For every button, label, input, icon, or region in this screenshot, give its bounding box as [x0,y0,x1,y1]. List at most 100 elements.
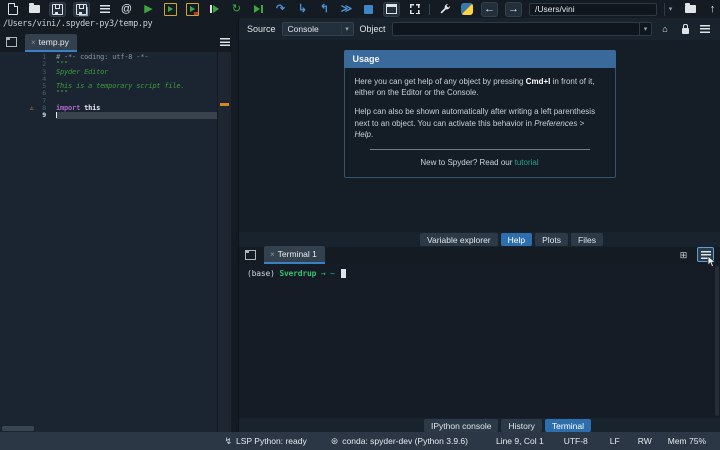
permissions-status: RW [637,436,652,446]
python-logo-icon [459,2,474,17]
working-directory-input[interactable]: /Users/vini [529,2,657,16]
line-number: 2 [42,60,46,69]
tab-files[interactable]: Files [571,233,603,246]
editor-scrollflag-column[interactable] [217,52,231,432]
terminal-scrollbar[interactable] [715,266,719,416]
code-token: This is a temporary script file. [56,82,185,90]
code-line: 1 # -*- coding: utf-8 -*- [0,53,217,61]
editor-options-icon[interactable] [220,38,230,46]
object-input[interactable]: ▾ [391,22,652,36]
browse-tabs-icon[interactable] [6,37,17,47]
browse-directory-icon[interactable] [683,2,698,17]
run-selection-icon[interactable] [207,2,222,17]
code-line: 2 """ [0,60,217,69]
continue-icon[interactable]: ≫ [339,2,354,17]
tab-ipython-console[interactable]: IPython console [423,419,499,432]
hostname: Sverdrup [279,269,317,278]
console-pane-tabs: IPython console History Terminal [239,418,720,433]
terminal-tab-label: Terminal 1 [277,249,317,259]
line-number: 6 [42,89,46,98]
tab-terminal[interactable]: Terminal [544,419,592,432]
code-editor[interactable]: 1 # -*- coding: utf-8 -*- 2 """ 3 Spyder… [0,52,238,432]
file-path-breadcrumb: /Users/vini/.spyder-py3/temp.py [0,18,238,30]
file-switcher-icon[interactable] [97,2,112,17]
editor-tab-temp-py[interactable]: × temp.py [25,34,77,52]
tab-help[interactable]: Help [500,233,533,246]
file-path-text: /Users/vini/.spyder-py3/temp.py [3,19,153,29]
source-label: Source [247,24,276,34]
run-icon[interactable]: ▶ [141,2,156,17]
kbd-shortcut: Cmd+I [525,77,551,86]
main-toolbar: @ ▶ ↻ ↷ ↳ ↰ ≫ ← → /Users/vini ▾ ↑ [0,0,720,18]
source-select[interactable]: Console ▾ [281,22,354,36]
code-token: this [80,103,101,112]
open-file-icon[interactable] [27,2,42,17]
terminal-pane: × Terminal 1 ⊞ (base) Sverdrup → ~ [239,246,720,418]
home-icon[interactable]: ⌂ [658,24,672,34]
warning-flag-marker[interactable] [220,103,229,106]
run-to-cursor-icon[interactable] [251,2,266,17]
new-terminal-icon[interactable]: ⊞ [676,249,691,262]
mouse-cursor [707,255,716,273]
save-icon[interactable] [49,1,66,17]
object-dropdown-icon[interactable]: ▾ [639,22,651,36]
line-number: 3 [42,67,46,76]
step-return-icon[interactable]: ↰ [317,2,332,17]
run-cell-advance-icon[interactable] [185,2,200,17]
fullscreen-icon[interactable] [407,2,422,17]
line-number: 5 [42,82,46,90]
conda-env-status[interactable]: ⊛ conda: spyder-dev (Python 3.9.6) [331,436,468,447]
cursor-position-status: Line 9, Col 1 [495,436,544,446]
code-area[interactable]: 1 # -*- coding: utf-8 -*- 2 """ 3 Spyder… [0,53,217,120]
code-line: 3 Spyder Editor [0,67,217,76]
usage-paragraph-1: Here you can get help of any object by p… [354,77,595,98]
editor-pane: /Users/vini/.spyder-py3/temp.py × temp.p… [0,18,238,432]
forward-icon[interactable]: → [505,1,522,17]
symbol-finder-icon[interactable]: @ [119,2,134,17]
close-tab-icon[interactable]: × [31,38,36,47]
prompt-arrow: → [320,269,326,278]
save-all-icon[interactable] [73,1,90,17]
conda-status-text: conda: spyder-dev (Python 3.9.6) [342,436,468,446]
code-token: """ [56,89,69,98]
back-icon[interactable]: ← [481,1,498,17]
code-line-warning: ⚠ 8 import this [0,103,217,112]
working-directory-value: /Users/vini [535,4,575,14]
usage-card: Usage Here you can get help of any objec… [343,50,616,179]
tab-variable-explorer[interactable]: Variable explorer [420,233,498,246]
working-directory-dropdown-icon[interactable]: ▾ [664,2,676,16]
preferences-wrench-icon[interactable] [437,2,452,17]
help-options-icon[interactable] [698,25,712,33]
right-pane: Source Console ▾ Object ▾ ⌂ Usage Here y… [238,18,720,432]
terminal-prompt: (base) Sverdrup → ~ [239,264,720,278]
step-over-icon[interactable]: ↷ [273,2,288,17]
lock-icon[interactable] [678,23,692,34]
parent-directory-icon[interactable]: ↑ [705,2,720,17]
rerun-cell-icon[interactable]: ↻ [229,2,244,17]
source-dropdown-icon[interactable]: ▾ [340,22,353,36]
browse-tabs-icon[interactable] [245,250,256,260]
current-directory: ~ [330,269,335,278]
step-into-icon[interactable]: ↳ [295,2,310,17]
stop-debug-icon[interactable] [361,2,376,17]
close-tab-icon[interactable]: × [270,250,275,259]
terminal-body[interactable]: (base) Sverdrup → ~ [239,264,720,418]
tutorial-link[interactable]: tutorial [515,158,539,167]
conda-icon: ⊛ [330,435,339,446]
terminal-tab-1[interactable]: × Terminal 1 [264,246,325,264]
tab-history[interactable]: History [501,419,542,432]
editor-gap [230,52,238,432]
usage-card-title: Usage [343,50,616,68]
new-file-icon[interactable] [5,2,20,17]
tab-plots[interactable]: Plots [535,233,569,246]
text-cursor [56,112,57,118]
conda-env-prefix: (base) [247,269,275,278]
editor-hscrollbar-thumb[interactable] [2,426,34,431]
lsp-icon: ↯ [224,435,232,446]
memory-status: Mem 75% [667,436,706,446]
run-cell-icon[interactable] [163,2,178,17]
maximize-pane-icon[interactable] [383,1,400,17]
warning-icon[interactable]: ⚠ [30,104,34,112]
code-line-current: 9 [0,111,217,120]
editor-tab-label: temp.py [38,37,69,47]
